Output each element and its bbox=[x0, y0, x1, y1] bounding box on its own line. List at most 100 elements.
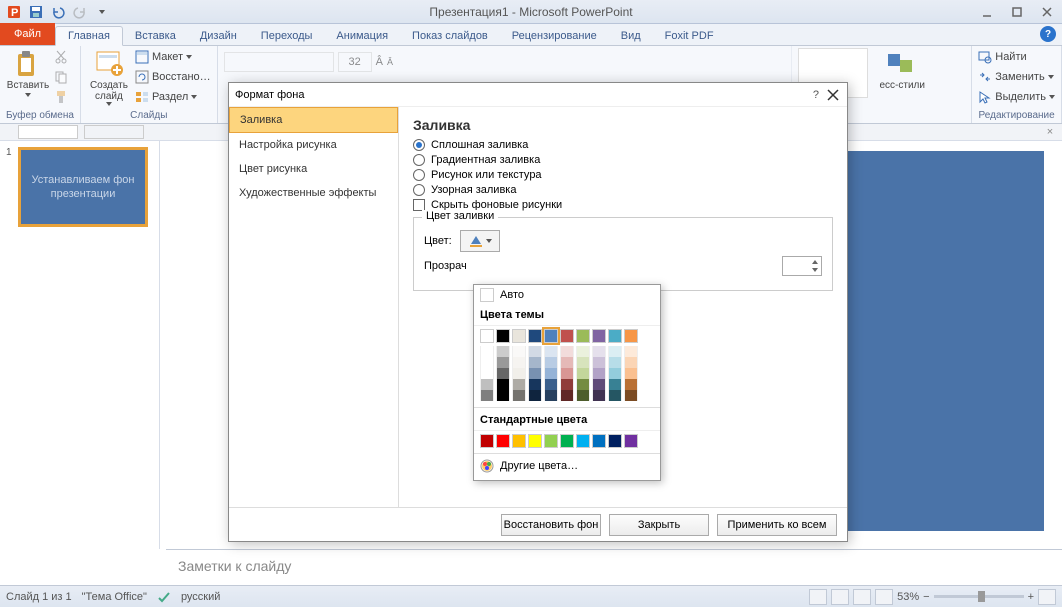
help-icon[interactable]: ? bbox=[1040, 26, 1056, 42]
theme-shade-swatch[interactable] bbox=[544, 357, 558, 368]
theme-shade-swatch[interactable] bbox=[544, 368, 558, 379]
standard-color-swatch[interactable] bbox=[528, 434, 542, 448]
theme-color-swatch[interactable] bbox=[496, 329, 510, 343]
theme-shade-swatch[interactable] bbox=[624, 346, 638, 357]
theme-shade-swatch[interactable] bbox=[592, 357, 606, 368]
theme-shade-swatch[interactable] bbox=[496, 390, 510, 401]
tab-view[interactable]: Вид bbox=[609, 27, 653, 45]
tab-file[interactable]: Файл bbox=[0, 23, 55, 45]
theme-shade-swatch[interactable] bbox=[608, 390, 622, 401]
transparency-spinner[interactable] bbox=[782, 256, 822, 276]
theme-shade-swatch[interactable] bbox=[608, 357, 622, 368]
theme-color-swatch[interactable] bbox=[544, 329, 558, 343]
theme-shade-swatch[interactable] bbox=[624, 357, 638, 368]
standard-color-swatch[interactable] bbox=[608, 434, 622, 448]
theme-shade-swatch[interactable] bbox=[608, 368, 622, 379]
theme-color-swatch[interactable] bbox=[624, 329, 638, 343]
dialog-close-icon[interactable] bbox=[825, 87, 841, 103]
theme-shade-swatch[interactable] bbox=[528, 368, 542, 379]
qat-dropdown-icon[interactable] bbox=[92, 2, 112, 22]
standard-color-swatch[interactable] bbox=[544, 434, 558, 448]
nav-picture-color[interactable]: Цвет рисунка bbox=[229, 157, 398, 181]
replace-button[interactable]: Заменить bbox=[978, 68, 1055, 86]
standard-color-swatch[interactable] bbox=[560, 434, 574, 448]
dialog-titlebar[interactable]: Формат фона ? bbox=[229, 83, 847, 107]
theme-shade-swatch[interactable] bbox=[592, 346, 606, 357]
reset-button[interactable]: Восстано… bbox=[135, 68, 211, 86]
theme-shade-swatch[interactable] bbox=[576, 390, 590, 401]
theme-shade-swatch[interactable] bbox=[608, 346, 622, 357]
tab-transitions[interactable]: Переходы bbox=[249, 27, 325, 45]
standard-color-swatch[interactable] bbox=[576, 434, 590, 448]
radio-gradient-fill[interactable]: Градиентная заливка bbox=[413, 154, 833, 166]
nav-artistic-effects[interactable]: Художественные эффекты bbox=[229, 181, 398, 205]
theme-shade-swatch[interactable] bbox=[624, 379, 638, 390]
slide-thumbnail[interactable]: 1 Устанавливаем фон презентации bbox=[6, 147, 153, 227]
theme-shade-swatch[interactable] bbox=[496, 368, 510, 379]
standard-color-swatch[interactable] bbox=[592, 434, 606, 448]
theme-shade-swatch[interactable] bbox=[560, 368, 574, 379]
tab-design[interactable]: Дизайн bbox=[188, 27, 249, 45]
theme-shade-swatch[interactable] bbox=[496, 346, 510, 357]
reset-background-button[interactable]: Восстановить фон bbox=[501, 514, 601, 536]
zoom-in-button[interactable]: + bbox=[1028, 591, 1034, 603]
zoom-level[interactable]: 53% bbox=[897, 591, 919, 603]
save-icon[interactable] bbox=[26, 2, 46, 22]
apply-all-button[interactable]: Применить ко всем bbox=[717, 514, 837, 536]
theme-shade-swatch[interactable] bbox=[560, 379, 574, 390]
view-sorter-button[interactable] bbox=[831, 589, 849, 605]
slides-tab-icon[interactable] bbox=[18, 125, 78, 139]
tab-home[interactable]: Главная bbox=[55, 26, 123, 46]
theme-shade-swatch[interactable] bbox=[496, 357, 510, 368]
layout-button[interactable]: Макет bbox=[135, 48, 211, 66]
theme-shade-swatch[interactable] bbox=[528, 379, 542, 390]
theme-shade-swatch[interactable] bbox=[624, 368, 638, 379]
theme-shade-swatch[interactable] bbox=[560, 390, 574, 401]
theme-color-swatch[interactable] bbox=[528, 329, 542, 343]
more-colors[interactable]: Другие цвета… bbox=[474, 456, 660, 476]
outline-tab-icon[interactable] bbox=[84, 125, 144, 139]
theme-shade-swatch[interactable] bbox=[576, 357, 590, 368]
select-button[interactable]: Выделить bbox=[978, 88, 1055, 106]
view-normal-button[interactable] bbox=[809, 589, 827, 605]
theme-shade-swatch[interactable] bbox=[576, 346, 590, 357]
new-slide-button[interactable]: Создать слайд bbox=[87, 48, 131, 106]
theme-shade-swatch[interactable] bbox=[544, 379, 558, 390]
color-picker-button[interactable] bbox=[460, 230, 500, 252]
theme-shade-swatch[interactable] bbox=[480, 346, 494, 357]
theme-shade-swatch[interactable] bbox=[480, 357, 494, 368]
theme-shade-swatch[interactable] bbox=[480, 368, 494, 379]
theme-shade-swatch[interactable] bbox=[576, 368, 590, 379]
close-dialog-button[interactable]: Закрыть bbox=[609, 514, 709, 536]
theme-shade-swatch[interactable] bbox=[528, 390, 542, 401]
zoom-slider[interactable] bbox=[934, 595, 1024, 598]
section-button[interactable]: Раздел bbox=[135, 88, 211, 106]
theme-shade-swatch[interactable] bbox=[512, 368, 526, 379]
copy-icon[interactable] bbox=[54, 68, 68, 86]
standard-color-swatch[interactable] bbox=[496, 434, 510, 448]
theme-shade-swatch[interactable] bbox=[512, 346, 526, 357]
tab-animation[interactable]: Анимация bbox=[324, 27, 400, 45]
tab-slideshow[interactable]: Показ слайдов bbox=[400, 27, 500, 45]
theme-shade-swatch[interactable] bbox=[592, 368, 606, 379]
zoom-out-button[interactable]: − bbox=[923, 591, 929, 603]
theme-shade-swatch[interactable] bbox=[624, 390, 638, 401]
theme-color-swatch[interactable] bbox=[560, 329, 574, 343]
find-button[interactable]: Найти bbox=[978, 48, 1055, 66]
theme-shade-swatch[interactable] bbox=[512, 390, 526, 401]
theme-color-swatch[interactable] bbox=[512, 329, 526, 343]
theme-shade-swatch[interactable] bbox=[560, 357, 574, 368]
spellcheck-icon[interactable] bbox=[157, 590, 171, 604]
status-lang[interactable]: русский bbox=[181, 591, 220, 603]
close-button[interactable] bbox=[1032, 1, 1062, 23]
redo-icon[interactable] bbox=[70, 2, 90, 22]
notes-pane[interactable]: Заметки к слайду bbox=[166, 549, 1062, 585]
standard-color-swatch[interactable] bbox=[512, 434, 526, 448]
theme-color-swatch[interactable] bbox=[480, 329, 494, 343]
theme-shade-swatch[interactable] bbox=[576, 379, 590, 390]
view-slideshow-button[interactable] bbox=[875, 589, 893, 605]
theme-shade-swatch[interactable] bbox=[496, 379, 510, 390]
dialog-help-icon[interactable]: ? bbox=[813, 89, 819, 101]
tab-foxit[interactable]: Foxit PDF bbox=[653, 27, 726, 45]
radio-solid-fill[interactable]: Сплошная заливка bbox=[413, 139, 833, 151]
